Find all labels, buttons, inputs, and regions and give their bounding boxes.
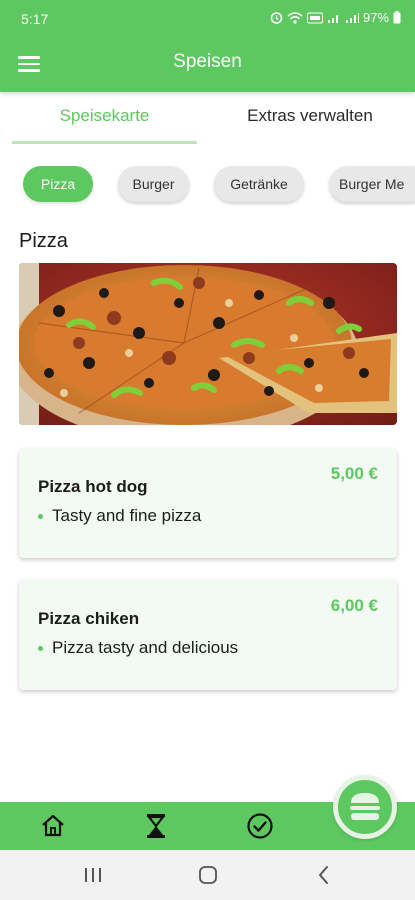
chip-getraenke[interactable]: Getränke xyxy=(214,166,304,202)
product-card[interactable]: Pizza hot dog Tasty and fine pizza 5,00 … xyxy=(19,448,397,558)
product-price: 5,00 € xyxy=(330,464,378,483)
battery-percentage: 97% xyxy=(362,10,389,25)
alarm-icon xyxy=(270,12,283,24)
battery-icon xyxy=(393,11,401,24)
status-icons: 97% xyxy=(270,10,401,25)
status-bar: 5:17 97% xyxy=(0,0,415,38)
pizza-illustration xyxy=(19,263,397,425)
hourglass-icon[interactable] xyxy=(142,812,170,840)
product-price: 6,00 € xyxy=(330,596,378,615)
volte-icon xyxy=(306,12,323,23)
status-time: 5:17 xyxy=(21,11,49,27)
pizza-image xyxy=(19,263,397,425)
product-description-row: Pizza tasty and delicious xyxy=(38,638,238,658)
signal-icon xyxy=(327,14,338,23)
burger-fab-button[interactable] xyxy=(333,775,397,839)
check-circle-icon[interactable] xyxy=(246,812,274,840)
tab-indicator xyxy=(12,141,197,144)
system-navigation-bar xyxy=(0,850,415,900)
category-chips: Pizza Burger Getränke Burger Me xyxy=(0,166,415,206)
chip-burger[interactable]: Burger xyxy=(118,166,189,202)
page-title: Speisen xyxy=(173,51,242,72)
signal-icon-2 xyxy=(345,12,359,23)
chip-pizza[interactable]: Pizza xyxy=(23,166,93,202)
home-icon[interactable] xyxy=(39,812,67,840)
back-icon[interactable] xyxy=(312,864,336,886)
bullet-icon xyxy=(38,513,43,519)
app-bar: Speisen xyxy=(0,38,415,92)
app-header: 5:17 97% Speisen xyxy=(0,0,415,92)
home-button-icon[interactable] xyxy=(196,864,220,886)
product-description-row: Tasty and fine pizza xyxy=(38,506,201,526)
section-title: Pizza xyxy=(19,230,68,252)
wifi-icon xyxy=(287,11,303,24)
burger-icon xyxy=(350,793,380,820)
product-description: Tasty and fine pizza xyxy=(52,506,202,525)
tab-speisekarte[interactable]: Speisekarte xyxy=(12,106,197,126)
product-card[interactable]: Pizza chiken Pizza tasty and delicious 6… xyxy=(19,580,397,690)
product-description: Pizza tasty and delicious xyxy=(52,638,239,657)
tab-extras-verwalten[interactable]: Extras verwalten xyxy=(220,106,400,126)
bullet-icon xyxy=(38,645,43,651)
tab-bar: Speisekarte Extras verwalten xyxy=(0,92,415,146)
product-name: Pizza hot dog xyxy=(38,477,148,496)
product-name: Pizza chiken xyxy=(38,609,140,628)
recent-apps-icon[interactable] xyxy=(81,864,105,886)
chip-burger-menu[interactable]: Burger Me xyxy=(329,166,415,202)
